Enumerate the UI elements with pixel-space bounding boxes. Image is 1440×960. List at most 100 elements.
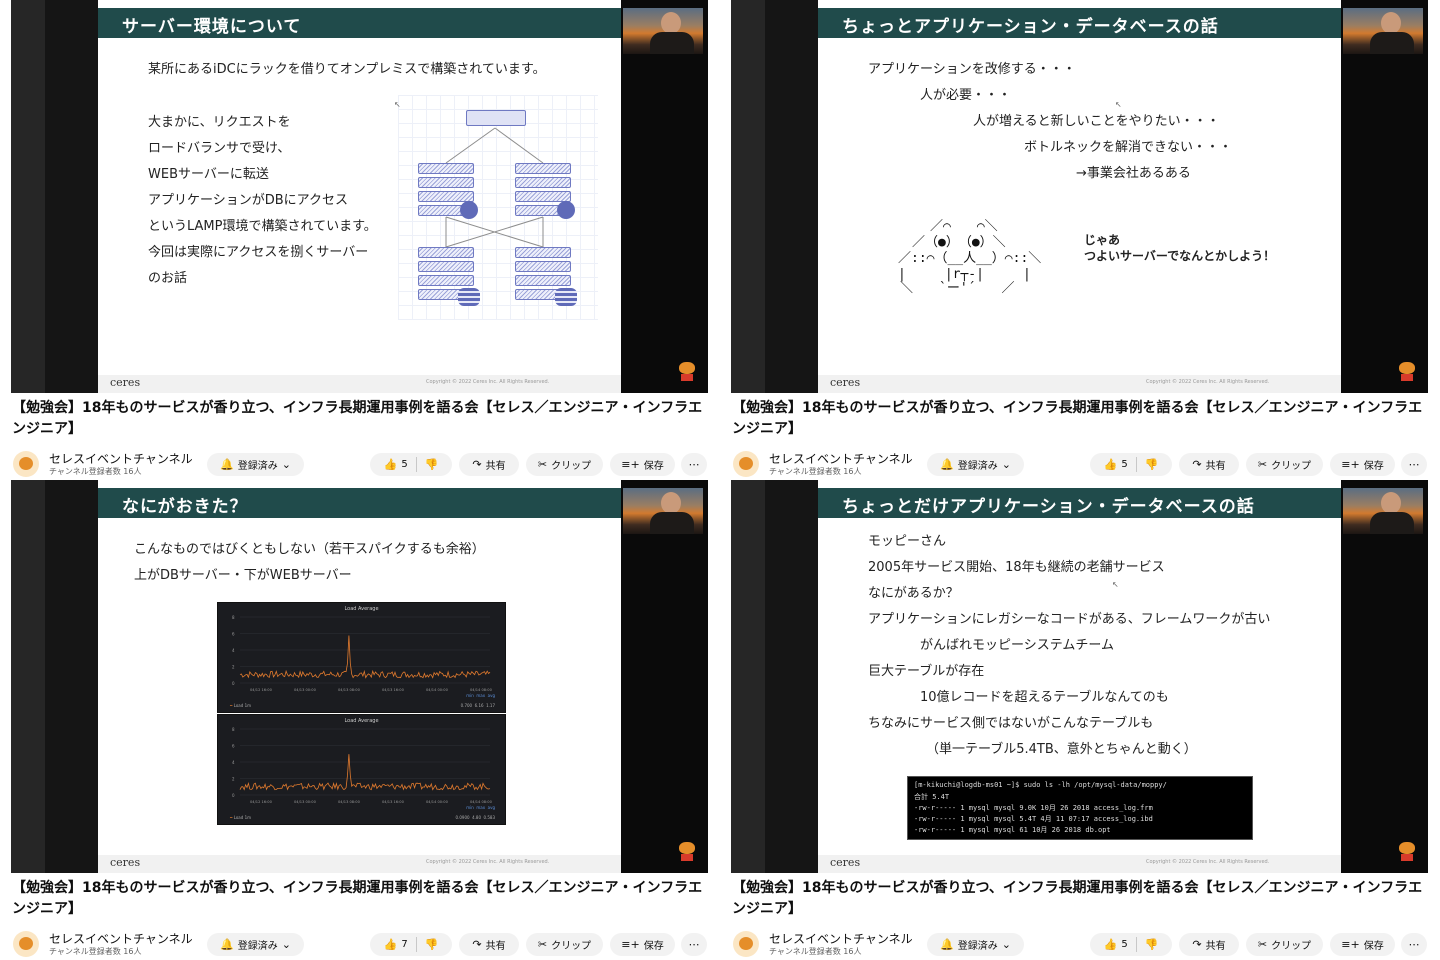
graph-stat-headers: min max avg — [466, 805, 495, 810]
save-button[interactable]: ≡+ 保存 — [610, 453, 675, 476]
database-icon — [555, 288, 577, 306]
graph-plot: 8 6 4 2 0 04/12 16:00 04/13 00:00 04/13 08:00 04… — [232, 615, 493, 692]
subscriber-count: チャンネル登録者数 16人 — [49, 467, 142, 476]
presenter-webcam — [623, 8, 703, 54]
thumb-up-icon[interactable]: 👍 — [1104, 938, 1118, 951]
x-tick-label: 04/13 08:00 — [338, 800, 361, 804]
more-options-button[interactable]: ⋯ — [1401, 933, 1427, 956]
slide-text: アプリケーションにレガシーなコードがある、フレームワークが古い — [868, 612, 1271, 627]
load-line — [239, 635, 491, 679]
callout-text: じゃあ — [1084, 233, 1121, 247]
thumb-down-icon[interactable]: 👎 — [425, 458, 439, 471]
callout-text: つよいサーバーでなんとかしよう！ — [1084, 249, 1276, 263]
subscribed-button[interactable]: 🔔 登録済み ⌄ — [207, 933, 304, 956]
video-player[interactable]: ちょっとだけアプリケーション・データベースの話 モッピーさん 2005年サービス… — [731, 480, 1428, 873]
chevron-down-icon: ⌄ — [1001, 938, 1011, 951]
graph-stat-values: 0.700 6.16 1.17 — [460, 703, 495, 708]
thumb-down-icon[interactable]: 👎 — [1145, 458, 1159, 471]
channel-avatar[interactable] — [13, 931, 39, 957]
like-dislike-button[interactable]: 👍 5 👎 — [1090, 453, 1172, 476]
playlist-add-icon: ≡+ — [621, 938, 640, 951]
share-icon: ↷ — [1192, 458, 1202, 471]
scissors-icon: ✂ — [1257, 458, 1268, 471]
more-options-button[interactable]: ⋯ — [1401, 453, 1427, 476]
thumb-up-icon[interactable]: 👍 — [384, 458, 398, 471]
thumb-up-icon[interactable]: 👍 — [384, 938, 398, 951]
like-count: 7 — [401, 939, 408, 950]
thumb-down-icon[interactable]: 👎 — [1145, 938, 1159, 951]
channel-name[interactable]: セレスイベントチャンネル — [769, 450, 913, 467]
slide-text: 巨大テーブルが存在 — [868, 664, 985, 679]
clip-button[interactable]: ✂ クリップ — [1246, 453, 1323, 476]
graph-legend: ━ Load 1m — [230, 703, 252, 708]
more-options-button[interactable]: ⋯ — [681, 453, 707, 476]
save-button[interactable]: ≡+ 保存 — [1330, 453, 1395, 476]
chevron-down-icon: ⌄ — [281, 938, 291, 951]
y-tick-label: 2 — [232, 665, 235, 670]
save-button[interactable]: ≡+ 保存 — [1330, 933, 1395, 956]
x-tick-label: 04/13 00:00 — [294, 800, 317, 804]
video-player[interactable]: ちょっとアプリケーション・データベースの話 アプリケーションを改修する・・・ 人… — [731, 0, 1428, 393]
video-title[interactable]: 【勉強会】18年ものサービスが香り立つ、インフラ長期運用事例を語る会【セレス／エ… — [12, 398, 712, 440]
slide-text: 今回は実際にアクセスを捌くサーバー — [148, 245, 369, 260]
db-load-graph: Load Average 8 6 4 2 0 04/12 16:00 04/13 00:00… — [217, 602, 506, 713]
channel-avatar[interactable] — [13, 451, 39, 477]
copyright: Copyright © 2022 Ceres Inc. All Rights R… — [1146, 859, 1270, 865]
share-button[interactable]: ↷ 共有 — [459, 453, 519, 476]
share-icon: ↷ — [472, 458, 482, 471]
thumb-up-icon[interactable]: 👍 — [1104, 458, 1118, 471]
slide-text: ちなみにサービス側ではないがこんなテーブルも — [868, 716, 1154, 731]
share-button[interactable]: ↷ 共有 — [459, 933, 519, 956]
slide-text: アプリケーションを改修する・・・ — [868, 62, 1076, 77]
more-options-button[interactable]: ⋯ — [681, 933, 707, 956]
x-tick-label: 04/12 16:00 — [250, 688, 273, 692]
share-button[interactable]: ↷ 共有 — [1179, 453, 1239, 476]
slide-text: ロードバランサで受け、 — [148, 141, 291, 156]
clip-button[interactable]: ✂ クリップ — [1246, 933, 1323, 956]
video-title[interactable]: 【勉強会】18年ものサービスが香り立つ、インフラ長期運用事例を語る会【セレス／エ… — [732, 398, 1432, 440]
video-card-3: なにがおきた？ こんなものではびくともしない（若干スパイクするも余裕） 上がDB… — [11, 480, 708, 960]
slide-footer: ceres Copyright © 2022 Ceres Inc. All Ri… — [818, 375, 1341, 393]
mascot-icon — [678, 360, 696, 382]
presenter-webcam — [1343, 8, 1423, 54]
video-title[interactable]: 【勉強会】18年ものサービスが香り立つ、インフラ長期運用事例を語る会【セレス／エ… — [732, 878, 1432, 920]
channel-name[interactable]: セレスイベントチャンネル — [769, 930, 913, 947]
playlist-add-icon: ≡+ — [1341, 938, 1360, 951]
subscriber-count: チャンネル登録者数 16人 — [769, 467, 862, 476]
slide-text: というLAMP環境で構築されています。 — [148, 219, 377, 234]
clip-button[interactable]: ✂ クリップ — [526, 453, 603, 476]
playlist-add-icon: ≡+ — [1341, 458, 1360, 471]
channel-avatar[interactable] — [733, 451, 759, 477]
clip-button[interactable]: ✂ クリップ — [526, 933, 603, 956]
chevron-down-icon: ⌄ — [1001, 458, 1011, 471]
like-dislike-button[interactable]: 👍 5 👎 — [370, 453, 452, 476]
like-dislike-button[interactable]: 👍 7 👎 — [370, 933, 452, 956]
chevron-down-icon: ⌄ — [281, 458, 291, 471]
subscribed-button[interactable]: 🔔 登録済み ⌄ — [927, 933, 1024, 956]
subscribed-button[interactable]: 🔔 登録済み ⌄ — [207, 453, 304, 476]
thumb-down-icon[interactable]: 👎 — [425, 938, 439, 951]
y-tick-label: 6 — [232, 632, 235, 637]
channel-name[interactable]: セレスイベントチャンネル — [49, 930, 193, 947]
share-button[interactable]: ↷ 共有 — [1179, 933, 1239, 956]
channel-name[interactable]: セレスイベントチャンネル — [49, 450, 193, 467]
playlist-add-icon: ≡+ — [621, 458, 640, 471]
video-title[interactable]: 【勉強会】18年ものサービスが香り立つ、インフラ長期運用事例を語る会【セレス／エ… — [12, 878, 712, 920]
scissors-icon: ✂ — [537, 458, 548, 471]
like-count: 5 — [1121, 459, 1128, 470]
video-player[interactable]: サーバー環境について 某所にあるiDCにラックを借りてオンプレミスで構築されてい… — [11, 0, 708, 393]
x-tick-label: 04/12 16:00 — [250, 800, 273, 804]
channel-row: セレスイベントチャンネル チャンネル登録者数 16人 🔔 登録済み ⌄ 👍 5 👎 ↷ 共… — [11, 449, 708, 479]
x-tick-label: 04/14 08:00 — [470, 688, 493, 692]
slide-text: 上がDBサーバー・下がWEBサーバー — [134, 568, 352, 583]
subscribed-button[interactable]: 🔔 登録済み ⌄ — [927, 453, 1024, 476]
save-button[interactable]: ≡+ 保存 — [610, 933, 675, 956]
channel-row: セレスイベントチャンネル チャンネル登録者数 16人 🔔 登録済み ⌄ 👍 5 👎 ↷ 共… — [731, 929, 1428, 959]
video-player[interactable]: なにがおきた？ こんなものではびくともしない（若干スパイクするも余裕） 上がDB… — [11, 480, 708, 873]
channel-avatar[interactable] — [733, 931, 759, 957]
slide-title: ちょっとアプリケーション・データベースの話 — [842, 17, 1219, 37]
like-dislike-button[interactable]: 👍 5 👎 — [1090, 933, 1172, 956]
more-icon: ⋯ — [688, 938, 700, 951]
presentation-slide: ちょっとアプリケーション・データベースの話 アプリケーションを改修する・・・ 人… — [818, 0, 1341, 393]
y-tick-label: 6 — [232, 744, 235, 749]
